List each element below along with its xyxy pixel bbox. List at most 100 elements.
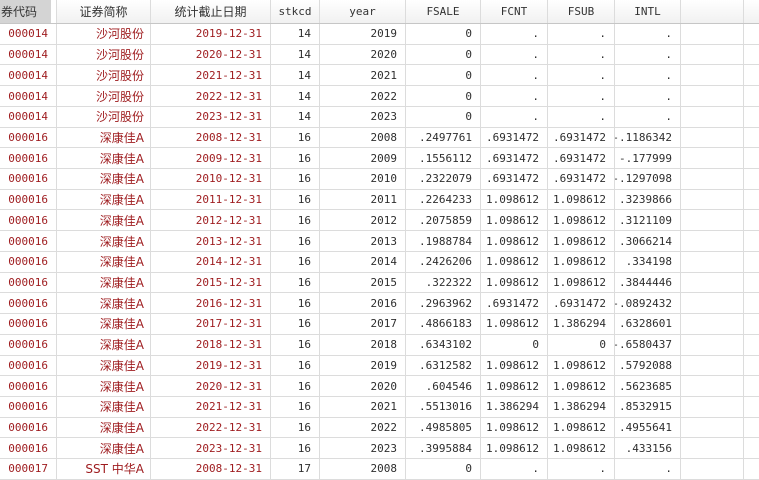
cell-year[interactable]: 2020	[320, 376, 406, 396]
cell-fcnt[interactable]: .	[481, 459, 548, 479]
cell-fsub[interactable]: 1.386294	[548, 314, 615, 334]
cell-security-code[interactable]: 000016	[0, 293, 57, 314]
cell-security-code[interactable]: 000016	[0, 169, 57, 189]
cell-stat-end-date[interactable]: 2023-12-31	[151, 106, 271, 127]
cell-blank[interactable]	[744, 335, 759, 355]
cell-security-name[interactable]: 沙河股份	[57, 65, 151, 86]
cell-stkcd[interactable]: 16	[271, 376, 320, 396]
cell-security-code[interactable]: 000016	[0, 272, 57, 293]
cell-stat-end-date[interactable]: 2023-12-31	[151, 438, 271, 459]
cell-intl[interactable]: .433156	[615, 438, 681, 459]
cell-blank[interactable]	[681, 210, 744, 231]
cell-fcnt[interactable]: 1.098612	[481, 272, 548, 293]
cell-fcnt[interactable]: 1.098612	[481, 438, 548, 459]
cell-intl[interactable]: -.177999	[615, 148, 681, 169]
cell-blank[interactable]	[681, 417, 744, 438]
cell-intl[interactable]: .	[615, 44, 681, 65]
cell-fsale[interactable]: .6343102	[406, 334, 481, 355]
cell-fsub[interactable]: 1.098612	[548, 376, 615, 396]
cell-blank[interactable]	[681, 169, 744, 189]
cell-stkcd[interactable]: 16	[271, 231, 320, 251]
cell-security-code[interactable]: 000016	[0, 314, 57, 334]
cell-fcnt[interactable]: 1.098612	[481, 251, 548, 272]
cell-year[interactable]: 2016	[320, 293, 406, 314]
cell-fsub[interactable]: .6931472	[548, 293, 615, 314]
cell-fsale[interactable]: .1988784	[406, 231, 481, 251]
cell-stat-end-date[interactable]: 2008-12-31	[151, 459, 271, 479]
cell-fsale[interactable]: .2497761	[406, 127, 481, 148]
cell-intl[interactable]: .5623685	[615, 376, 681, 396]
cell-year[interactable]: 2021	[320, 65, 406, 86]
cell-year[interactable]: 2009	[320, 148, 406, 169]
cell-blank[interactable]	[681, 148, 744, 169]
cell-blank[interactable]	[681, 65, 744, 86]
cell-stat-end-date[interactable]: 2014-12-31	[151, 251, 271, 272]
cell-year[interactable]: 2019	[320, 24, 406, 44]
cell-stkcd[interactable]: 16	[271, 417, 320, 438]
cell-intl[interactable]: .	[615, 86, 681, 106]
cell-intl[interactable]: .6328601	[615, 314, 681, 334]
cell-security-code[interactable]: 000016	[0, 127, 57, 148]
cell-security-code[interactable]: 000016	[0, 148, 57, 169]
cell-security-name[interactable]: 深康佳A	[57, 355, 151, 376]
column-header-fsale[interactable]: FSALE	[406, 0, 481, 23]
cell-blank[interactable]	[744, 24, 759, 44]
column-header-fcnt[interactable]: FCNT	[481, 0, 548, 23]
cell-security-name[interactable]: 深康佳A	[57, 251, 151, 272]
cell-security-code[interactable]: 000016	[0, 189, 57, 210]
cell-fcnt[interactable]: .	[481, 106, 548, 127]
cell-year[interactable]: 2017	[320, 314, 406, 334]
cell-stkcd[interactable]: 16	[271, 334, 320, 355]
cell-fsub[interactable]: 1.098612	[548, 438, 615, 459]
cell-blank[interactable]	[744, 107, 759, 127]
cell-fcnt[interactable]: .6931472	[481, 293, 548, 314]
cell-year[interactable]: 2023	[320, 106, 406, 127]
cell-stat-end-date[interactable]: 2022-12-31	[151, 86, 271, 106]
cell-intl[interactable]: -.1186342	[615, 127, 681, 148]
cell-security-code[interactable]: 000016	[0, 355, 57, 376]
cell-blank[interactable]	[681, 459, 744, 479]
cell-stkcd[interactable]: 17	[271, 459, 320, 479]
cell-intl[interactable]: .3239866	[615, 189, 681, 210]
cell-security-name[interactable]: 深康佳A	[57, 148, 151, 169]
cell-blank[interactable]	[681, 251, 744, 272]
cell-security-name[interactable]: 深康佳A	[57, 334, 151, 355]
cell-year[interactable]: 2020	[320, 44, 406, 65]
cell-blank[interactable]	[744, 293, 759, 313]
cell-blank[interactable]	[681, 314, 744, 334]
cell-year[interactable]: 2012	[320, 210, 406, 231]
cell-security-name[interactable]: 沙河股份	[57, 44, 151, 65]
cell-security-code[interactable]: 000016	[0, 396, 57, 417]
cell-fsale[interactable]: .2322079	[406, 169, 481, 189]
cell-security-name[interactable]: 深康佳A	[57, 127, 151, 148]
cell-fsale[interactable]: .3995884	[406, 438, 481, 459]
cell-fsub[interactable]: 1.098612	[548, 189, 615, 210]
cell-stkcd[interactable]: 14	[271, 86, 320, 106]
column-header-security-code[interactable]: 券代码	[0, 0, 57, 23]
cell-intl[interactable]: .	[615, 459, 681, 479]
cell-fsub[interactable]: 1.098612	[548, 355, 615, 376]
cell-security-name[interactable]: 深康佳A	[57, 189, 151, 210]
column-header-security-name[interactable]: 证券简称	[57, 0, 151, 23]
cell-security-name[interactable]: 深康佳A	[57, 169, 151, 189]
cell-security-code[interactable]: 000014	[0, 65, 57, 86]
cell-stat-end-date[interactable]: 2013-12-31	[151, 231, 271, 251]
cell-blank[interactable]	[744, 438, 759, 458]
cell-blank[interactable]	[681, 334, 744, 355]
cell-fsub[interactable]: 1.098612	[548, 231, 615, 251]
cell-fcnt[interactable]: 1.098612	[481, 355, 548, 376]
cell-fsale[interactable]: .4866183	[406, 314, 481, 334]
cell-blank[interactable]	[681, 106, 744, 127]
cell-stat-end-date[interactable]: 2016-12-31	[151, 293, 271, 314]
cell-security-name[interactable]: 深康佳A	[57, 438, 151, 459]
cell-fcnt[interactable]: .	[481, 24, 548, 44]
cell-fcnt[interactable]: .	[481, 86, 548, 106]
cell-fsale[interactable]: .2426206	[406, 251, 481, 272]
cell-security-code[interactable]: 000016	[0, 251, 57, 272]
cell-fcnt[interactable]: 1.098612	[481, 314, 548, 334]
cell-blank[interactable]	[744, 45, 759, 65]
cell-blank[interactable]	[681, 44, 744, 65]
cell-fsale[interactable]: .2075859	[406, 210, 481, 231]
cell-stkcd[interactable]: 14	[271, 65, 320, 86]
cell-stkcd[interactable]: 14	[271, 106, 320, 127]
